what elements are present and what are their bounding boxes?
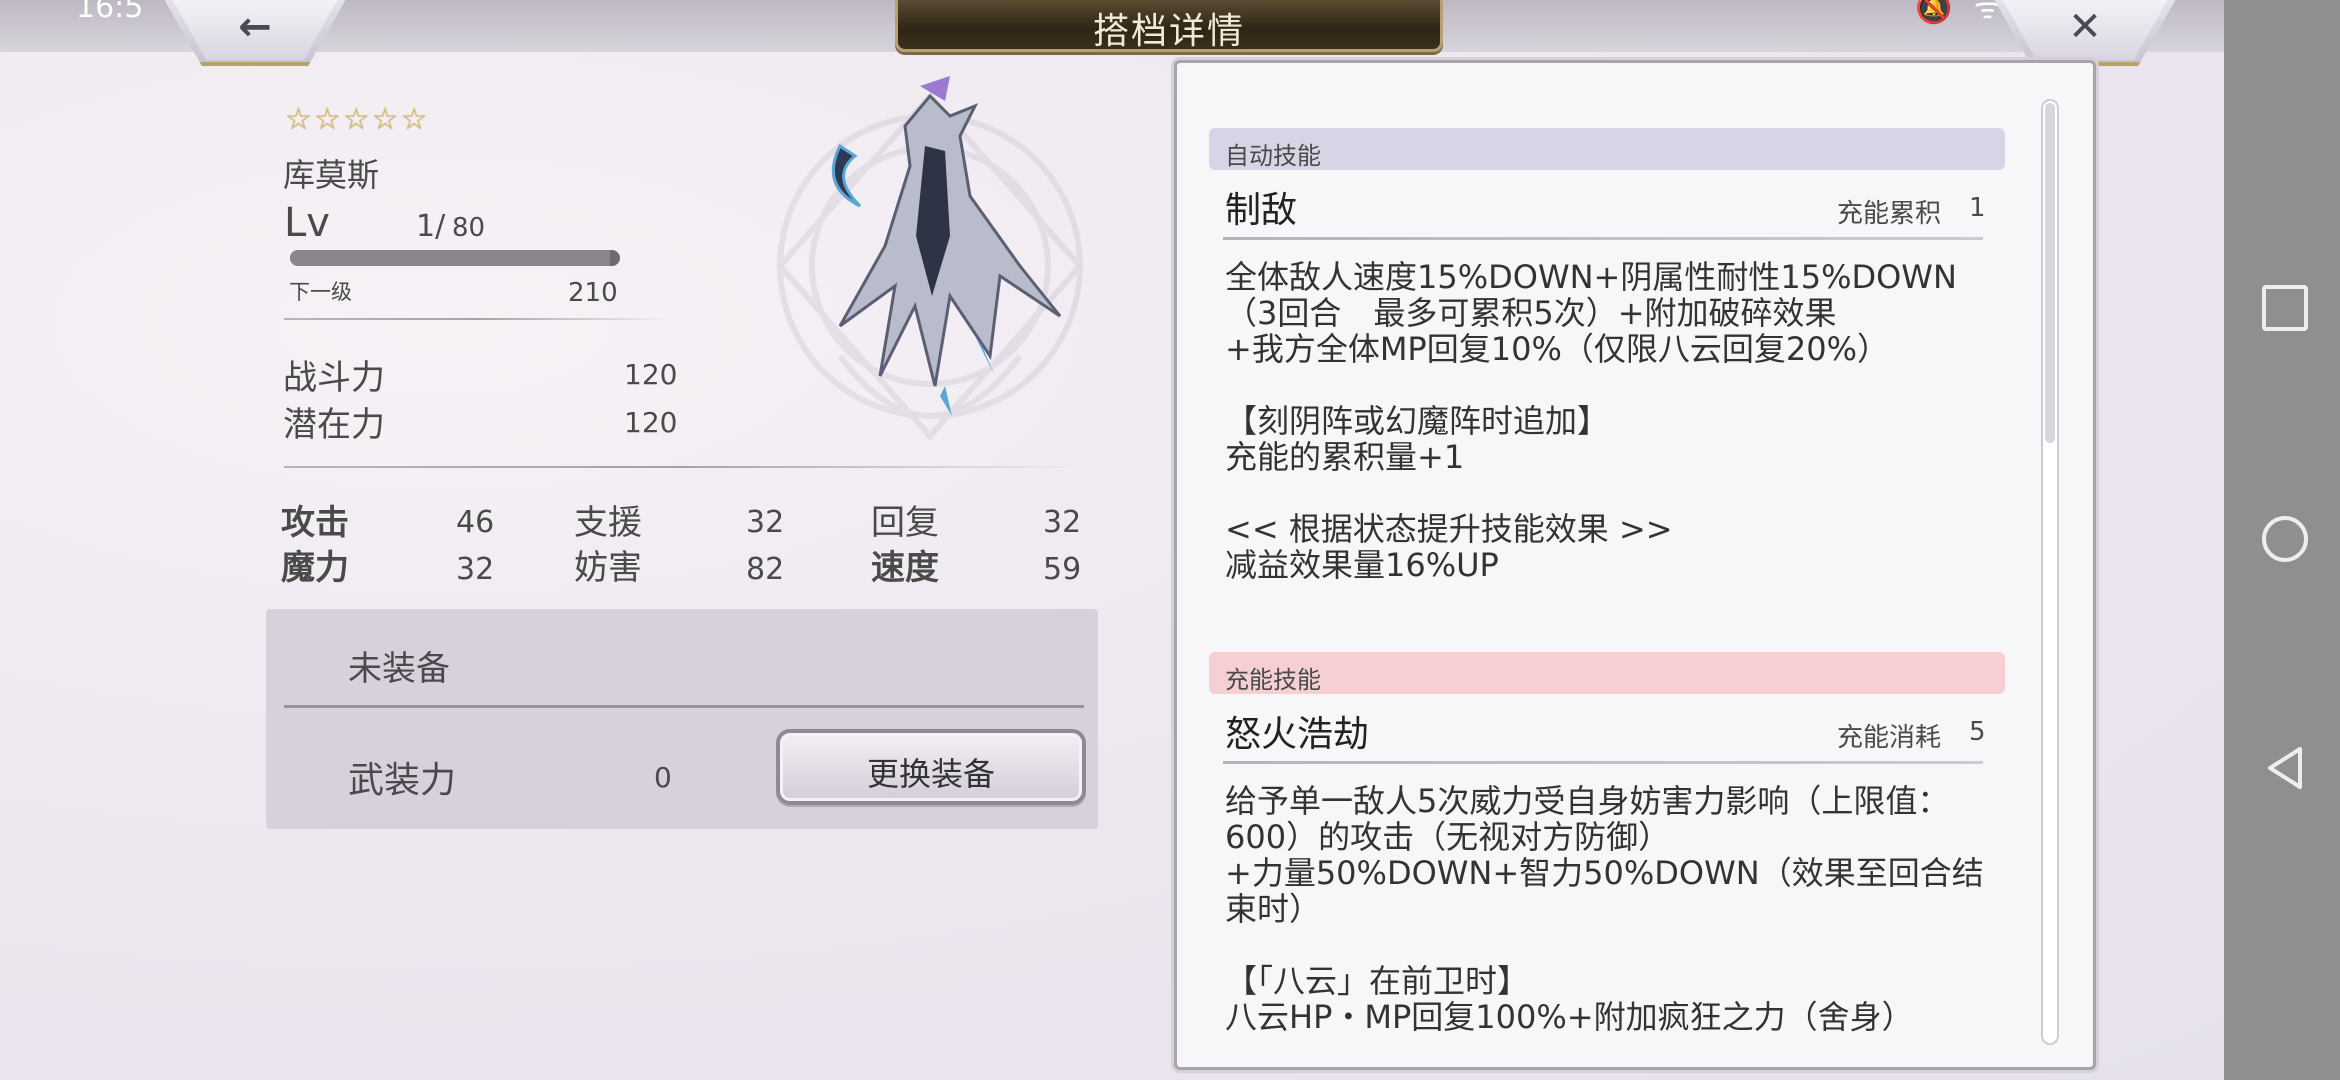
- stat-hinder-value: 82: [746, 552, 785, 587]
- divider: [1223, 237, 1983, 240]
- stat-speed-value: 59: [1043, 552, 1082, 587]
- stat-support-value: 32: [746, 505, 785, 540]
- rarity-stars: ☆☆☆☆☆: [285, 102, 430, 137]
- recent-apps-icon[interactable]: [2262, 285, 2308, 331]
- auto-skill-tag-label: 自动技能: [1225, 142, 1321, 170]
- game-screen: 16:5 🔕 ᯤ ▮▮ ← 搭档详情 ✕ ☆☆☆☆☆ 库莫斯 Lv 1/ 80 …: [0, 0, 2224, 1080]
- stat-attack-value: 46: [456, 505, 495, 540]
- charge-skill-name: 怒火浩劫: [1225, 714, 1370, 755]
- scrollbar[interactable]: [2041, 99, 2059, 1045]
- next-level-value: 210: [568, 278, 618, 308]
- auto-skill-name: 制敌: [1225, 190, 1298, 231]
- page-title: 搭档详情: [1092, 11, 1245, 52]
- nav-back-icon[interactable]: [2262, 745, 2308, 791]
- change-equipment-label: 更换装备: [866, 755, 995, 793]
- stat-recovery-label: 回复: [871, 503, 939, 543]
- stat-recovery-value: 32: [1043, 505, 1082, 540]
- level-label: Lv: [284, 200, 330, 246]
- charge-skill-cost-label: 充能消耗: [1837, 723, 1942, 753]
- charge-skill-description: 给予单一敌人5次威力受自身妨害力影响（上限值： 600）的攻击（无视对方防御） …: [1225, 782, 1984, 1036]
- divider: [284, 705, 1084, 708]
- status-time: 16:5: [76, 0, 144, 25]
- stat-support-label: 支援: [574, 503, 642, 543]
- scrollbar-thumb[interactable]: [2045, 103, 2055, 443]
- charge-skill-cost-value: 5: [1969, 717, 1986, 747]
- stat-magic-value: 32: [456, 552, 495, 587]
- home-icon[interactable]: [2262, 516, 2308, 562]
- stat-speed-label: 速度: [871, 548, 939, 588]
- charge-skill-tag-label: 充能技能: [1225, 666, 1321, 694]
- equipment-panel: 未装备 武装力 0 更换装备: [266, 609, 1098, 829]
- armament-power-label: 武装力: [348, 760, 457, 801]
- equipment-status: 未装备: [348, 649, 450, 689]
- skills-panel[interactable]: 自动技能 制敌 充能累积 1 全体敌人速度15%DOWN+阴属性耐性15%DOW…: [1174, 60, 2096, 1070]
- stat-magic-label: 魔力: [281, 548, 349, 588]
- next-level-label: 下一级: [289, 280, 352, 304]
- charge-skill-tag: 充能技能: [1209, 652, 2005, 694]
- potential-value: 120: [624, 406, 678, 439]
- combat-power-value: 120: [624, 358, 678, 391]
- level-current: 1/: [416, 209, 446, 244]
- combat-power-label: 战斗力: [283, 358, 385, 398]
- level-max: 80: [452, 213, 486, 243]
- change-equipment-button[interactable]: 更换装备: [776, 729, 1086, 805]
- system-nav-bar: [2224, 0, 2340, 1080]
- back-button[interactable]: ←: [160, 0, 350, 66]
- close-button[interactable]: ✕: [1990, 0, 2180, 66]
- auto-skill-description: 全体敌人速度15%DOWN+阴属性耐性15%DOWN （3回合 最多可累积5次）…: [1225, 258, 1957, 584]
- character-portrait: [775, 76, 1085, 441]
- armament-power-value: 0: [654, 761, 672, 794]
- stat-hinder-label: 妨害: [574, 548, 642, 588]
- auto-skill-charge-value: 1: [1969, 193, 1986, 223]
- title-plate: 搭档详情: [895, 0, 1443, 52]
- exp-progress-bar: [290, 250, 620, 266]
- auto-skill-charge-label: 充能累积: [1837, 199, 1942, 229]
- auto-skill-tag: 自动技能: [1209, 128, 2005, 170]
- divider: [1223, 761, 1983, 764]
- stat-attack-label: 攻击: [281, 503, 349, 543]
- exp-progress-fill: [290, 250, 611, 266]
- character-name: 库莫斯: [283, 156, 380, 194]
- divider: [284, 318, 674, 320]
- potential-label: 潜在力: [283, 405, 385, 445]
